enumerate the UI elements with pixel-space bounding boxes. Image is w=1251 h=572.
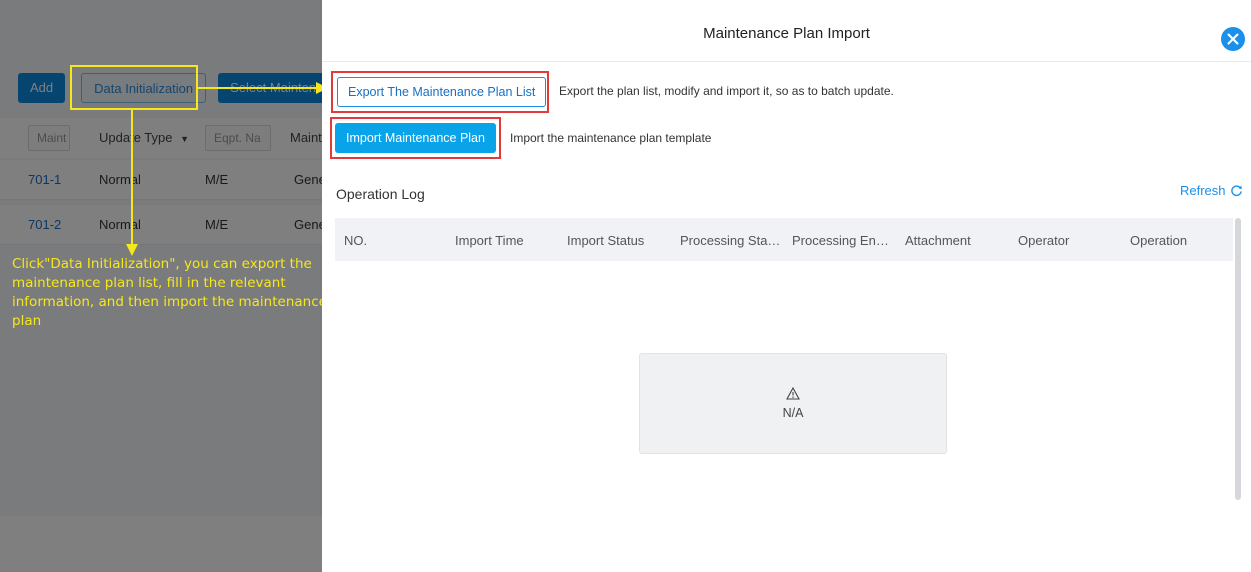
- column-header: Processing Sta…: [680, 233, 781, 248]
- column-header: Import Status: [567, 233, 645, 248]
- close-button[interactable]: [1221, 27, 1245, 51]
- annotation-text: Click"Data Initialization", you can expo…: [12, 256, 327, 329]
- column-header: Operator: [1018, 233, 1070, 248]
- refresh-label: Refresh: [1180, 183, 1226, 198]
- empty-text: N/A: [782, 406, 804, 420]
- export-plan-list-button[interactable]: Export The Maintenance Plan List: [337, 77, 547, 107]
- operation-log-table-header: NO. Import Time Import Status Processing…: [335, 218, 1233, 261]
- import-maintenance-plan-button[interactable]: Import Maintenance Plan: [335, 123, 496, 153]
- annotation-arrow-down-icon: [126, 110, 138, 256]
- empty-state: N/A: [639, 353, 947, 454]
- column-header: Processing En…: [792, 233, 889, 248]
- data-initialization-highlight: [70, 65, 198, 110]
- column-header: Attachment: [905, 233, 971, 248]
- maintenance-plan-import-drawer: Maintenance Plan Import Export The Maint…: [322, 0, 1251, 572]
- operation-log-title: Operation Log: [336, 186, 425, 202]
- column-header: Operation: [1130, 233, 1188, 248]
- vertical-scrollbar[interactable]: [1235, 218, 1241, 500]
- column-header: NO.: [344, 233, 368, 248]
- refresh-button[interactable]: Refresh: [1180, 183, 1243, 198]
- drawer-header: Maintenance Plan Import: [322, 0, 1251, 62]
- drawer-title: Maintenance Plan Import: [703, 25, 870, 42]
- import-description: Import the maintenance plan template: [510, 131, 712, 145]
- annotation-arrow-right-icon: [198, 82, 328, 94]
- refresh-icon: [1230, 185, 1242, 197]
- close-icon: [1227, 33, 1239, 45]
- column-header: Import Time: [455, 233, 524, 248]
- export-description: Export the plan list, modify and import …: [559, 84, 894, 98]
- warning-icon: [786, 387, 800, 400]
